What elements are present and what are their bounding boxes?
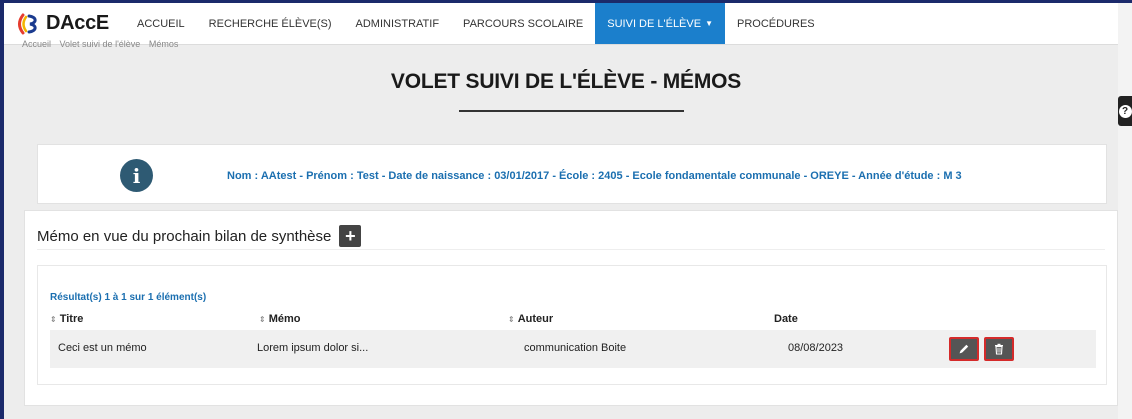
nav-recherche-eleves-label: RECHERCHE ÉLÈVE(S) bbox=[208, 17, 332, 30]
brand[interactable]: DAccE bbox=[4, 3, 125, 44]
breadcrumb-item-memos: Mémos bbox=[148, 40, 179, 48]
column-header-titre-label: Titre bbox=[59, 313, 84, 325]
memo-results-table: Résultat(s) 1 à 1 sur 1 élément(s) ⇕ Titr… bbox=[37, 265, 1107, 385]
cell-titre: Ceci est un mémo bbox=[58, 342, 147, 354]
sort-icon: ⇕ bbox=[508, 315, 515, 324]
student-nom: AAtest bbox=[260, 170, 297, 182]
delete-memo-button[interactable] bbox=[984, 337, 1014, 361]
ecole-label: - École : bbox=[552, 170, 596, 182]
annee-label: - Année d'étude : bbox=[851, 170, 941, 182]
nav-accueil-label: ACCUEIL bbox=[136, 17, 185, 30]
edit-memo-button[interactable] bbox=[949, 337, 979, 361]
chevron-down-icon: ▼ bbox=[705, 19, 713, 28]
nav-procedures-label: PROCÉDURES bbox=[737, 17, 815, 30]
nom-label: Nom : bbox=[227, 170, 259, 182]
student-prenom: Test bbox=[356, 170, 379, 182]
memo-header: Mémo en vue du prochain bilan de synthès… bbox=[37, 225, 362, 247]
naissance-label: - Date de naissance : bbox=[381, 170, 492, 182]
memo-panel: Mémo en vue du prochain bilan de synthès… bbox=[24, 210, 1118, 406]
student-ecole: 2405 - Ecole fondamentale communale - OR… bbox=[598, 170, 849, 182]
pencil-icon bbox=[959, 344, 969, 354]
sort-icon: ⇕ bbox=[50, 315, 57, 324]
breadcrumb-item-accueil[interactable]: Accueil bbox=[22, 40, 51, 48]
column-header-auteur-label: Auteur bbox=[517, 313, 554, 325]
student-info-card: i Nom : AAtest - Prénom : Test - Date de… bbox=[37, 144, 1107, 204]
nav-accueil[interactable]: ACCUEIL bbox=[125, 3, 197, 44]
column-header-auteur[interactable]: ⇕ Auteur bbox=[508, 313, 553, 325]
brand-name: DAccE bbox=[46, 12, 109, 34]
results-count: Résultat(s) 1 à 1 sur 1 élément(s) bbox=[50, 292, 207, 303]
memo-section-title: Mémo en vue du prochain bilan de synthès… bbox=[37, 227, 332, 245]
nav-parcours-scolaire-label: PARCOURS SCOLAIRE bbox=[463, 17, 584, 30]
memo-divider bbox=[37, 249, 1105, 250]
column-header-date-label: Date bbox=[774, 313, 798, 325]
table-row: Ceci est un mémo Lorem ipsum dolor si...… bbox=[50, 330, 1096, 368]
nav-parcours-scolaire[interactable]: PARCOURS SCOLAIRE bbox=[451, 3, 595, 44]
nav-administratif-label: ADMINISTRATIF bbox=[355, 17, 440, 30]
student-annee: M 3 bbox=[943, 170, 962, 182]
page-title: VOLET SUIVI DE L'ÉLÈVE - MÉMOS bbox=[390, 70, 742, 93]
column-header-date: Date bbox=[774, 313, 798, 325]
breadcrumb-item-volet[interactable]: Volet suivi de l'élève bbox=[60, 40, 141, 48]
right-scroll-strip bbox=[1118, 3, 1132, 419]
window-frame-left bbox=[0, 0, 4, 419]
breadcrumb: Accueil Volet suivi de l'élève Mémos bbox=[22, 40, 184, 48]
nav-administratif[interactable]: ADMINISTRATIF bbox=[344, 3, 452, 44]
info-icon: i bbox=[120, 159, 153, 192]
help-icon: ? bbox=[1118, 104, 1132, 118]
nav-procedures[interactable]: PROCÉDURES bbox=[725, 3, 827, 44]
student-naissance: 03/01/2017 bbox=[494, 170, 550, 182]
brand-logo-icon bbox=[18, 13, 37, 34]
help-button[interactable]: ? bbox=[1118, 96, 1132, 126]
column-header-memo-label: Mémo bbox=[268, 313, 301, 325]
nav-suivi-eleve-label: SUIVI DE L'ÉLÈVE bbox=[607, 17, 702, 30]
student-info-text: Nom : AAtest - Prénom : Test - Date de n… bbox=[227, 170, 962, 182]
column-header-memo[interactable]: ⇕ Mémo bbox=[259, 313, 300, 325]
column-header-titre[interactable]: ⇕ Titre bbox=[50, 313, 83, 325]
trash-icon bbox=[995, 343, 1003, 355]
add-memo-button[interactable]: + bbox=[339, 225, 362, 247]
cell-auteur: communication Boite bbox=[524, 342, 627, 354]
title-divider bbox=[459, 110, 684, 112]
nav-recherche-eleves[interactable]: RECHERCHE ÉLÈVE(S) bbox=[197, 3, 344, 44]
top-navbar: DAccE ACCUEIL RECHERCHE ÉLÈVE(S) ADMINIS… bbox=[4, 3, 1118, 45]
prenom-label: - Prénom : bbox=[299, 170, 354, 182]
nav-suivi-eleve[interactable]: SUIVI DE L'ÉLÈVE ▼ bbox=[595, 3, 725, 44]
sort-icon: ⇕ bbox=[259, 315, 266, 324]
cell-date: 08/08/2023 bbox=[788, 342, 844, 354]
cell-memo: Lorem ipsum dolor si... bbox=[257, 342, 369, 354]
